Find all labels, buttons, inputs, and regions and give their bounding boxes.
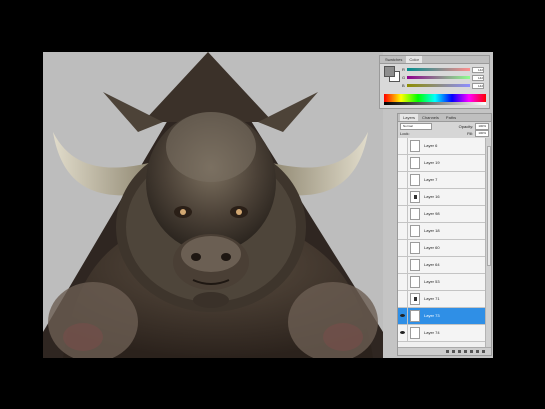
visibility-toggle[interactable] [398,240,408,256]
visibility-toggle[interactable] [398,274,408,290]
layers-panel: Layers Channels Paths Normal Opacity: 10… [397,113,492,356]
visibility-toggle[interactable] [398,223,408,239]
blue-slider[interactable] [407,84,470,87]
blend-mode-select[interactable]: Normal [400,122,432,130]
opacity-input[interactable]: 100% [475,122,489,130]
layer-thumbnail [410,327,420,339]
layer-row[interactable]: Layer 19 [398,155,485,172]
layer-row[interactable]: Layer 6 [398,138,485,155]
layer-name: Layer 18 [424,228,440,233]
eye-icon [400,331,405,334]
fill-label: Fill: [467,130,474,136]
green-label: G [402,75,406,80]
layer-name: Layer 7 [424,177,438,182]
tab-channels[interactable]: Channels [419,114,442,121]
layer-row[interactable]: Layer 60 [398,240,485,257]
visibility-toggle[interactable] [398,172,408,188]
layer-row[interactable]: Layer 16 [398,189,485,206]
artwork-image [43,52,383,358]
lock-fill-row: Lock: Fill: 100% [400,129,489,137]
visibility-toggle[interactable] [398,189,408,205]
layer-name: Layer 64 [424,262,440,267]
layer-row[interactable]: Layer 18 [398,223,485,240]
blue-label: B [402,83,405,88]
document-canvas[interactable] [43,52,383,358]
layer-thumbnail [410,157,420,169]
tab-paths[interactable]: Paths [443,114,459,121]
lock-label: Lock: [400,130,410,136]
foreground-color-swatch[interactable] [384,66,395,77]
tab-color[interactable]: Color [406,56,422,63]
red-value[interactable]: 142 [472,66,484,73]
visibility-toggle[interactable] [398,291,408,307]
tab-swatches[interactable]: Swatches [382,56,405,63]
blue-slider-row: B 142 [402,82,484,89]
visibility-toggle[interactable] [398,206,408,222]
opacity-label: Opacity: [458,123,474,129]
color-panel: Swatches Color R 142 G 142 B 142 [379,55,490,109]
link-layers-icon[interactable] [446,350,449,353]
layer-name: Layer 73 [424,313,440,318]
layer-name: Layer 16 [424,194,440,199]
grayscale-ramp[interactable] [384,102,486,105]
layer-mask-icon[interactable] [458,350,461,353]
layer-name: Layer 53 [424,279,440,284]
layer-row[interactable]: Layer 98 [398,206,485,223]
fill-input[interactable]: 100% [475,129,489,137]
layer-name: Layer 74 [424,330,440,335]
green-slider-row: G 142 [402,74,484,81]
red-slider-row: R 142 [402,66,484,73]
color-panel-tabs: Swatches Color [380,56,489,64]
layer-thumbnail [410,259,420,271]
layer-thumbnail [410,276,420,288]
new-layer-icon[interactable] [476,350,479,353]
green-value[interactable]: 142 [472,74,484,81]
layer-name: Layer 6 [424,143,438,148]
tab-layers[interactable]: Layers [400,114,419,121]
visibility-toggle[interactable] [398,138,408,154]
layer-name: Layer 19 [424,160,440,165]
layer-thumbnail [410,191,420,203]
green-slider[interactable] [407,76,470,79]
blue-value[interactable]: 142 [472,82,484,89]
blend-opacity-row: Normal Opacity: 100% [400,122,489,130]
layer-thumbnail [410,293,420,305]
layers-footer [398,347,491,355]
layer-list: Layer 6 Layer 19 Layer 7 Layer 16 Layer 98 La… [398,138,485,350]
eye-icon [400,314,405,317]
adjustment-layer-icon[interactable] [464,350,467,353]
layer-name: Layer 98 [424,211,440,216]
layer-thumbnail [410,140,420,152]
thumbnail-content [414,195,417,199]
thumbnail-content [414,297,417,301]
visibility-toggle[interactable] [398,308,408,324]
layer-thumbnail [410,174,420,186]
visibility-toggle[interactable] [398,155,408,171]
layer-name: Layer 71 [424,296,440,301]
layer-row[interactable]: Layer 64 [398,257,485,274]
layer-thumbnail [410,310,420,322]
layer-thumbnail [410,208,420,220]
layer-row[interactable]: Layer 7 [398,172,485,189]
layers-panel-tabs: Layers Channels Paths [398,114,491,122]
photoshop-screen: Swatches Color R 142 G 142 B 142 Layers … [43,52,493,358]
layer-style-icon[interactable] [452,350,455,353]
new-group-icon[interactable] [470,350,473,353]
layer-row[interactable]: Layer 53 [398,274,485,291]
layer-thumbnail [410,242,420,254]
visibility-toggle[interactable] [398,257,408,273]
layer-row[interactable]: Layer 74 [398,325,485,342]
visibility-toggle[interactable] [398,325,408,341]
trash-icon[interactable] [482,350,485,353]
layer-row[interactable]: Layer 73 [398,308,485,325]
layer-row[interactable]: Layer 71 [398,291,485,308]
color-spectrum-bar[interactable] [384,94,486,102]
layer-thumbnail [410,225,420,237]
layer-name: Layer 60 [424,245,440,250]
red-label: R [402,67,405,72]
layers-scrollbar[interactable] [485,138,491,350]
layers-scroll-thumb[interactable] [487,146,491,266]
red-slider[interactable] [407,68,470,71]
